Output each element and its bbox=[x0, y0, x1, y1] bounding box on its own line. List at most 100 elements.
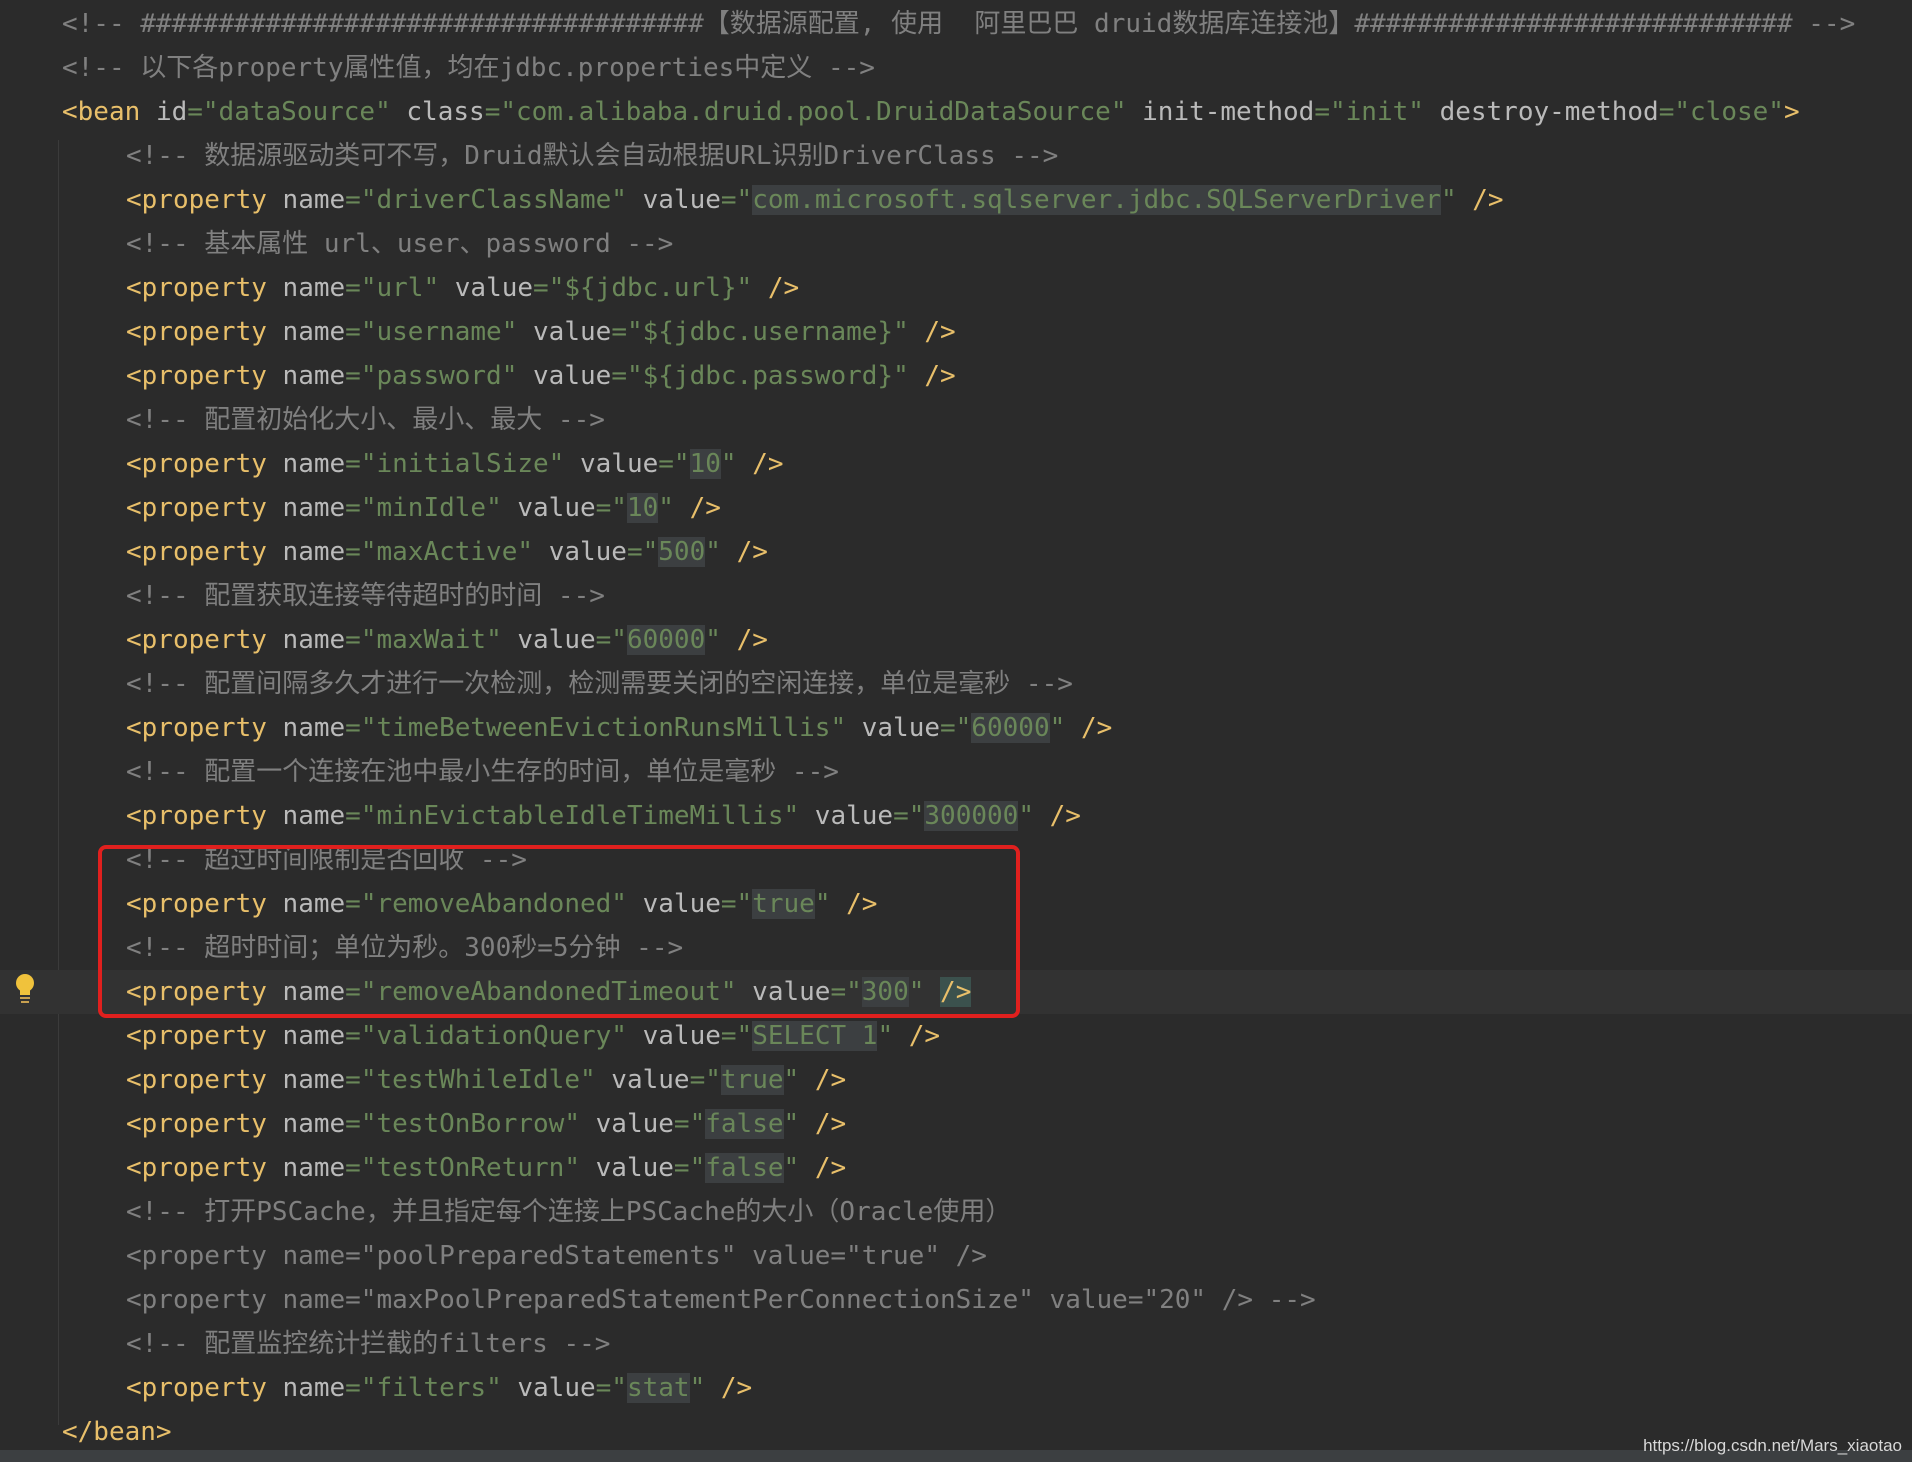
code-line[interactable]: <property name="maxWait" value="60000" /… bbox=[0, 618, 1912, 662]
property-value: false bbox=[705, 1153, 784, 1183]
xml-attr-name: value bbox=[611, 1065, 690, 1095]
xml-quote: =" bbox=[658, 449, 690, 479]
xml-quote: " bbox=[517, 537, 534, 567]
code-line[interactable]: <property name="username" value="${jdbc.… bbox=[0, 310, 1912, 354]
code-comment: <!-- 配置间隔多久才进行一次检测，检测需要关闭的空闲连接，单位是毫秒 --> bbox=[126, 669, 1073, 699]
xml-attr-name: value bbox=[517, 1373, 596, 1403]
xml-quote: " bbox=[783, 1065, 800, 1095]
xml-self-close: /> bbox=[1080, 713, 1113, 743]
property-name: timeBetweenEvictionRunsMillis bbox=[376, 713, 831, 743]
property-value: 300000 bbox=[924, 801, 1019, 831]
code-line[interactable]: </bean> bbox=[0, 1410, 1912, 1454]
xml-attr-name: name bbox=[282, 713, 346, 743]
code-line[interactable]: <property name="driverClassName" value="… bbox=[0, 178, 1912, 222]
code-line[interactable]: <property name="testOnReturn" value="fal… bbox=[0, 1146, 1912, 1190]
code-line[interactable]: <property name="minEvictableIdleTimeMill… bbox=[0, 794, 1912, 838]
code-line[interactable]: <bean id="dataSource" class="com.alibaba… bbox=[0, 90, 1912, 134]
xml-self-close: /> bbox=[924, 361, 956, 391]
code-line[interactable]: <!-- 配置初始化大小、最小、最大 --> bbox=[0, 398, 1912, 442]
code-line[interactable]: <!-- 配置一个连接在池中最小生存的时间，单位是毫秒 --> bbox=[0, 750, 1912, 794]
xml-quote: " bbox=[501, 317, 518, 347]
xml-quote: " bbox=[611, 1021, 627, 1051]
xml-self-close: /> bbox=[814, 1153, 847, 1183]
xml-quote: =" bbox=[533, 273, 565, 303]
property-name: initialSize bbox=[376, 449, 549, 479]
xml-quote: " bbox=[893, 361, 909, 391]
xml-quote: =" bbox=[720, 1021, 753, 1051]
code-comment: <!-- 配置监控统计拦截的filters --> bbox=[126, 1329, 611, 1359]
property-name: maxActive bbox=[376, 537, 518, 567]
code-line[interactable]: <property name="testOnBorrow" value="fal… bbox=[0, 1102, 1912, 1146]
xml-attr-name: value bbox=[642, 1021, 721, 1051]
code-line-content: <!-- 打开PSCache，并且指定每个连接上PSCache的大小（Oracl… bbox=[126, 1190, 1011, 1234]
code-editor[interactable]: <!-- ###################################… bbox=[0, 0, 1912, 1462]
code-line-content: <property name="password" value="${jdbc.… bbox=[126, 354, 956, 398]
code-line-content: <property name="maxActive" value="500" /… bbox=[126, 530, 768, 574]
lightbulb-icon[interactable] bbox=[14, 973, 36, 1007]
code-line-content: <property name="minEvictableIdleTimeMill… bbox=[126, 794, 1081, 838]
code-line-content: </bean> bbox=[62, 1410, 172, 1454]
property-value: true bbox=[720, 1065, 784, 1095]
code-line-content: <!-- 配置监控统计拦截的filters --> bbox=[126, 1322, 610, 1366]
xml-tag: <property bbox=[126, 1021, 267, 1051]
xml-self-close: /> bbox=[736, 537, 768, 567]
property-name: maxWait bbox=[376, 625, 487, 655]
property-value: 60000 bbox=[626, 625, 706, 655]
property-name: driverClassName bbox=[376, 185, 612, 215]
xml-attr-name: value bbox=[533, 317, 612, 347]
code-line[interactable]: <property name="filters" value="stat" /> bbox=[0, 1366, 1912, 1410]
xml-attr-name: init-method bbox=[1142, 97, 1315, 127]
code-line[interactable]: <!-- ###################################… bbox=[0, 2, 1912, 46]
code-line[interactable]: <property name="testWhileIdle" value="tr… bbox=[0, 1058, 1912, 1102]
code-line[interactable]: <property name="minIdle" value="10" /> bbox=[0, 486, 1912, 530]
watermark: https://blog.csdn.net/Mars_xiaotao bbox=[1643, 1436, 1902, 1455]
code-line[interactable]: <!-- 配置间隔多久才进行一次检测，检测需要关闭的空闲连接，单位是毫秒 --> bbox=[0, 662, 1912, 706]
xml-attr-value: ="init" bbox=[1314, 97, 1424, 127]
code-line[interactable]: <property name="password" value="${jdbc.… bbox=[0, 354, 1912, 398]
code-line[interactable]: <!-- 打开PSCache，并且指定每个连接上PSCache的大小（Oracl… bbox=[0, 1190, 1912, 1234]
code-line[interactable]: <property name="validationQuery" value="… bbox=[0, 1014, 1912, 1058]
code-line[interactable]: <!-- 基本属性 url、user、password --> bbox=[0, 222, 1912, 266]
xml-quote: " bbox=[705, 537, 721, 567]
xml-self-close: /> bbox=[736, 625, 768, 655]
xml-self-close: /> bbox=[814, 1065, 847, 1095]
code-line-content: <property name="maxWait" value="60000" /… bbox=[126, 618, 768, 662]
bottom-scrollbar[interactable] bbox=[0, 1450, 1912, 1462]
xml-quote: =" bbox=[893, 801, 925, 831]
xml-tag: <property bbox=[126, 537, 267, 567]
xml-quote: =" bbox=[689, 1065, 721, 1095]
xml-attr-name: name bbox=[282, 493, 346, 523]
xml-quote: " bbox=[877, 1021, 894, 1051]
property-name: password bbox=[376, 361, 502, 391]
xml-quote: =" bbox=[626, 537, 659, 567]
property-value: 10 bbox=[689, 449, 721, 479]
code-line[interactable]: <!-- 以下各property属性值，均在jdbc.properties中定义… bbox=[0, 46, 1912, 90]
xml-attr-name: name bbox=[282, 625, 346, 655]
code-line[interactable]: <!-- 配置获取连接等待超时的时间 --> bbox=[0, 574, 1912, 618]
code-line[interactable]: <property name="maxPoolPreparedStatement… bbox=[0, 1278, 1912, 1322]
code-line-content: <!-- ###################################… bbox=[62, 2, 1855, 46]
code-line[interactable]: <property name="initialSize" value="10" … bbox=[0, 442, 1912, 486]
code-line[interactable]: <property name="poolPreparedStatements" … bbox=[0, 1234, 1912, 1278]
xml-tag: <bean bbox=[62, 97, 141, 127]
xml-self-close: /> bbox=[1472, 185, 1504, 215]
xml-tag: <property bbox=[126, 317, 267, 347]
xml-self-close: /> bbox=[720, 1373, 753, 1403]
xml-self-close: /> bbox=[1049, 801, 1081, 831]
xml-tag: <property bbox=[126, 1373, 267, 1403]
code-line[interactable]: <property name="maxActive" value="500" /… bbox=[0, 530, 1912, 574]
code-comment: <!-- 配置获取连接等待超时的时间 --> bbox=[126, 581, 605, 611]
code-line[interactable]: <!-- 数据源驱动类可不写，Druid默认会自动根据URL识别DriverCl… bbox=[0, 134, 1912, 178]
code-line[interactable]: <property name="timeBetweenEvictionRunsM… bbox=[0, 706, 1912, 750]
xml-attr-value: ="dataSource" bbox=[187, 97, 391, 127]
xml-self-close: /> bbox=[908, 1021, 941, 1051]
xml-quote: =" bbox=[345, 273, 377, 303]
code-line-content: <!-- 配置获取连接等待超时的时间 --> bbox=[126, 574, 605, 618]
xml-quote: =" bbox=[345, 1153, 377, 1183]
property-value: com.microsoft.sqlserver.jdbc.SQLServerDr… bbox=[752, 185, 1441, 215]
xml-attr-name: name bbox=[282, 361, 346, 391]
code-line[interactable]: <!-- 配置监控统计拦截的filters --> bbox=[0, 1322, 1912, 1366]
xml-quote: =" bbox=[345, 449, 377, 479]
code-line[interactable]: <property name="url" value="${jdbc.url}"… bbox=[0, 266, 1912, 310]
xml-quote: =" bbox=[345, 713, 377, 743]
